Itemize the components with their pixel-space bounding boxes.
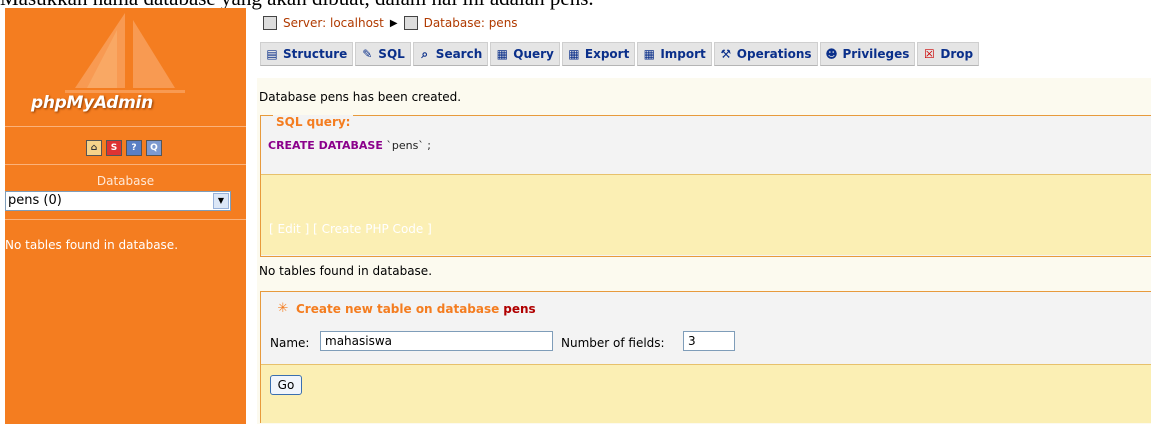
tab-label: Search <box>435 47 483 61</box>
tab-label: Privileges <box>842 47 910 61</box>
sql-statement: CREATE DATABASE `pens` ; <box>268 139 431 152</box>
logo-text: phpMyAdmin <box>31 93 153 113</box>
bracket-text: ] <box>423 222 432 236</box>
sql-query-legend: SQL query: <box>273 115 354 129</box>
database-label: Database <box>96 174 155 188</box>
create-php-code-link[interactable]: Create PHP Code <box>322 222 424 236</box>
sidebar-divider <box>5 219 246 220</box>
sql-keyword: CREATE DATABASE <box>268 139 383 152</box>
database-select-value: pens (0) <box>8 193 62 208</box>
server-icon <box>263 16 277 30</box>
search-icon: ⌕ <box>421 47 429 61</box>
create-table-form: ✳ Create new table on database pens Name… <box>260 291 1151 423</box>
tab-bar: ▤ Structure ✎ SQL ⌕ Search ▦ Query ▦ Export ▦… <box>260 42 980 66</box>
tab-label: Query <box>513 47 554 61</box>
create-table-footer: Go <box>261 364 1151 423</box>
tab-operations[interactable]: ⚒ Operations <box>713 42 818 66</box>
export-icon: ▦ <box>568 47 580 61</box>
tab-label: Drop <box>940 47 974 61</box>
number-of-fields-input[interactable] <box>683 331 735 351</box>
tab-label: Structure <box>283 47 348 61</box>
create-table-legend: ✳ Create new table on database pens <box>271 300 539 318</box>
tab-label: SQL <box>378 47 405 61</box>
edit-link[interactable]: Edit <box>278 222 301 236</box>
bracket-text: [ <box>269 222 278 236</box>
tab-structure[interactable]: ▤ Structure <box>260 42 354 66</box>
help-icon[interactable]: ? <box>126 140 142 156</box>
logo[interactable]: phpMyAdmin <box>5 8 246 126</box>
tab-label: Operations <box>736 47 812 61</box>
create-table-db-name: pens <box>503 302 536 316</box>
breadcrumb-separator: ▶ <box>389 17 398 29</box>
tab-import[interactable]: ▦ Import <box>637 42 712 66</box>
tab-drop[interactable]: ☒ Drop <box>917 42 980 66</box>
sql-query-box: SQL query: CREATE DATABASE `pens` ; [ Ed… <box>260 115 1151 257</box>
sidebar-divider <box>5 126 246 127</box>
table-name-input[interactable] <box>320 331 553 351</box>
tab-label: Export <box>584 47 630 61</box>
sidebar-empty-message: No tables found in database. <box>5 238 179 252</box>
breadcrumb: Server: localhost ▶ Database: pens <box>263 16 518 30</box>
sidebar-icon-bar: ⌂ S ? Q <box>86 140 162 156</box>
structure-icon: ▤ <box>266 47 278 61</box>
tab-search[interactable]: ⌕ Search <box>412 42 489 66</box>
go-button[interactable]: Go <box>270 375 302 395</box>
operations-icon: ⚒ <box>720 47 732 61</box>
success-message: Database pens has been created. <box>259 90 462 104</box>
breadcrumb-server[interactable]: Server: localhost <box>283 16 384 30</box>
no-tables-message: No tables found in database. <box>259 264 433 278</box>
chevron-down-icon[interactable]: ▼ <box>213 193 229 209</box>
sql-box-footer: [ Edit ] [ Create PHP Code ] <box>261 174 1151 255</box>
sql-icon: ✎ <box>362 47 373 61</box>
sql-statement-rest: `pens` ; <box>382 139 432 152</box>
database-icon <box>403 16 418 30</box>
privileges-icon: ☻ <box>825 47 838 61</box>
tab-label: Import <box>660 47 706 61</box>
tab-privileges[interactable]: ☻ Privileges <box>819 42 916 66</box>
create-table-legend-text: Create new table on database <box>296 302 500 316</box>
database-select[interactable]: pens (0) ▼ <box>5 191 231 211</box>
sql-links: [ Edit ] [ Create PHP Code ] <box>269 222 432 236</box>
import-icon: ▦ <box>643 47 655 61</box>
tab-sql[interactable]: ✎ SQL <box>355 42 411 66</box>
query-icon: ▦ <box>496 47 508 61</box>
tab-export[interactable]: ▦ Export <box>561 42 636 66</box>
bracket-text: ] [ <box>300 222 322 236</box>
drop-icon: ☒ <box>924 47 935 61</box>
main-content: Database pens has been created. SQL quer… <box>257 78 1151 424</box>
query-window-icon[interactable]: Q <box>146 140 162 156</box>
home-icon[interactable]: ⌂ <box>86 140 102 156</box>
tab-query[interactable]: ▦ Query <box>490 42 560 66</box>
sql-icon[interactable]: S <box>106 140 122 156</box>
breadcrumb-database[interactable]: Database: pens <box>424 16 518 30</box>
number-of-fields-label: Number of fields: <box>561 336 665 350</box>
new-table-icon: ✳ <box>277 301 289 316</box>
sidebar-divider <box>5 164 246 165</box>
table-name-label: Name: <box>270 336 310 350</box>
sidebar: phpMyAdmin ⌂ S ? Q Database pens (0) ▼ N… <box>5 8 246 424</box>
